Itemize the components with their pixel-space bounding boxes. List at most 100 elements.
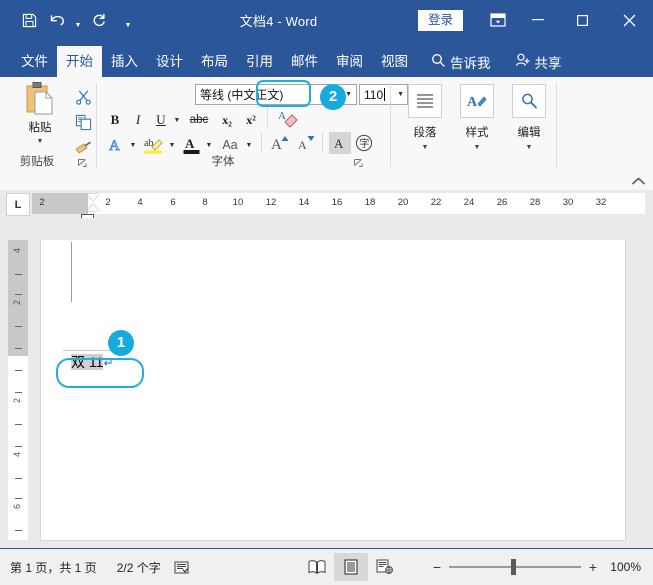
horizontal-ruler[interactable]: 2 2 4 6 8 10 12 14 16 18 20 22 24 26 28 …	[32, 193, 645, 224]
clipboard-dialog-launcher[interactable]	[76, 156, 89, 170]
zoom-slider-thumb[interactable]	[511, 559, 516, 575]
ruler-number: 24	[463, 197, 475, 208]
enclose-character-button[interactable]: 字	[353, 132, 375, 154]
svg-text:A: A	[298, 138, 307, 152]
font-name-dropdown-icon[interactable]: ▼	[345, 91, 352, 98]
change-case-dropdown-icon[interactable]: ▼	[244, 134, 254, 156]
font-dialog-launcher[interactable]	[352, 156, 365, 170]
copy-icon	[75, 114, 91, 130]
paragraph-dropdown-icon[interactable]: ▼	[422, 144, 429, 152]
clear-formatting-button[interactable]: A	[275, 107, 301, 129]
strikethrough-button[interactable]: abc	[185, 109, 213, 131]
search-icon	[431, 53, 445, 70]
hanging-indent-marker[interactable]	[87, 204, 99, 211]
tab-view[interactable]: 视图	[372, 46, 417, 77]
paragraph-mark: ↵	[103, 356, 114, 370]
tab-design[interactable]: 设计	[147, 46, 192, 77]
tab-file[interactable]: 文件	[12, 46, 57, 77]
styles-dropdown-icon[interactable]: ▼	[474, 144, 481, 152]
word-count[interactable]: 2/2 个字	[107, 559, 171, 576]
group-styles[interactable]: A 样式 ▼	[452, 81, 502, 169]
svg-text:A: A	[278, 110, 286, 122]
font-color-button[interactable]: A	[181, 134, 203, 156]
grow-font-icon: A	[271, 136, 289, 153]
tell-me-box[interactable]: 告诉我	[423, 46, 499, 77]
shrink-font-button[interactable]: A	[295, 132, 319, 154]
subscript-button[interactable]: x₂	[216, 109, 238, 131]
zoom-level-label[interactable]: 100%	[605, 560, 645, 574]
undo-dropdown-icon[interactable]: ▼	[72, 3, 84, 37]
ruler-number: 8	[202, 197, 208, 208]
cut-button[interactable]	[70, 83, 96, 109]
vruler-tick	[15, 348, 22, 349]
text-effects-dropdown-icon[interactable]: ▼	[128, 134, 138, 156]
change-case-button[interactable]: Aa	[217, 134, 243, 156]
group-clipboard: 粘贴 ▼ 剪贴板	[0, 77, 96, 171]
tab-layout[interactable]: 布局	[192, 46, 237, 77]
highlight-dropdown-icon[interactable]: ▼	[167, 134, 177, 156]
first-line-indent-marker[interactable]	[87, 194, 99, 201]
styles-icon[interactable]: A	[460, 84, 494, 118]
tab-review[interactable]: 审阅	[327, 46, 372, 77]
status-bar: 第 1 页，共 1 页 2/2 个字 − + 100%	[0, 548, 653, 585]
font-color-dropdown-icon[interactable]: ▼	[204, 134, 214, 156]
web-layout-icon[interactable]	[368, 553, 402, 581]
undo-icon[interactable]	[44, 7, 70, 33]
underline-button[interactable]: U	[151, 109, 171, 131]
ruler-number: 14	[298, 197, 310, 208]
read-mode-icon[interactable]	[300, 553, 334, 581]
tab-stop-selector[interactable]: L	[6, 193, 30, 216]
tell-me-label: 告诉我	[450, 55, 491, 71]
vruler-number: 2	[12, 398, 22, 404]
text-effects-button[interactable]: A	[105, 134, 127, 156]
bold-button[interactable]: B	[105, 109, 125, 131]
tab-insert[interactable]: 插入	[102, 46, 147, 77]
group-editing[interactable]: 编辑 ▼	[504, 81, 554, 169]
underline-dropdown-icon[interactable]: ▼	[172, 109, 182, 131]
ruler-number: 30	[562, 197, 574, 208]
italic-button[interactable]: I	[128, 109, 148, 131]
zoom-controls: − + 100%	[431, 549, 645, 585]
tab-home[interactable]: 开始	[57, 46, 102, 77]
vruler-tick	[15, 326, 22, 327]
vruler-tick	[15, 424, 22, 425]
editing-dropdown-icon[interactable]: ▼	[526, 144, 533, 152]
vertical-ruler[interactable]: 4 2 2 4 6	[8, 240, 28, 540]
tab-mailings[interactable]: 邮件	[282, 46, 327, 77]
redo-icon[interactable]	[86, 7, 112, 33]
document-paragraph[interactable]: 双 11↵	[71, 352, 114, 373]
tab-references[interactable]: 引用	[237, 46, 282, 77]
customize-qat-icon[interactable]: ▼	[122, 3, 134, 37]
paste-dropdown-icon[interactable]: ▼	[37, 138, 44, 146]
zoom-in-button[interactable]: +	[587, 559, 599, 575]
clipboard-small-buttons	[70, 83, 96, 161]
quick-access-toolbar: ▼ ▼	[0, 3, 134, 37]
proofing-icon[interactable]	[171, 557, 193, 577]
save-icon[interactable]	[16, 7, 42, 33]
clipboard-group-label: 剪贴板	[19, 156, 55, 168]
page-info[interactable]: 第 1 页，共 1 页	[0, 559, 107, 576]
paragraph-icon[interactable]	[408, 84, 442, 118]
maximize-button[interactable]	[560, 0, 605, 40]
grow-font-button[interactable]: A	[269, 132, 293, 154]
zoom-slider[interactable]	[449, 559, 581, 575]
close-button[interactable]	[605, 0, 653, 40]
highlight-color-button[interactable]: ab	[142, 134, 166, 156]
minimize-button[interactable]	[515, 0, 560, 40]
zoom-out-button[interactable]: −	[431, 559, 443, 575]
group-paragraph[interactable]: 段落 ▼	[400, 81, 450, 169]
vruler-tick	[15, 498, 22, 499]
print-layout-icon[interactable]	[334, 553, 368, 581]
collapse-ribbon-button[interactable]	[632, 177, 645, 188]
share-button[interactable]: 共享	[507, 46, 570, 77]
editing-icon[interactable]	[512, 84, 546, 118]
sign-in-button[interactable]: 登录	[417, 9, 463, 31]
view-mode-buttons	[300, 549, 402, 585]
annotation-bubble-2: 2	[320, 84, 346, 110]
copy-button[interactable]	[70, 109, 96, 135]
group-separator-2	[390, 83, 391, 167]
superscript-button[interactable]: x²	[240, 109, 262, 131]
character-shading-button[interactable]: A	[329, 132, 351, 154]
document-page[interactable]: 双 11↵	[40, 240, 626, 541]
ribbon-display-options-icon[interactable]	[481, 0, 515, 40]
